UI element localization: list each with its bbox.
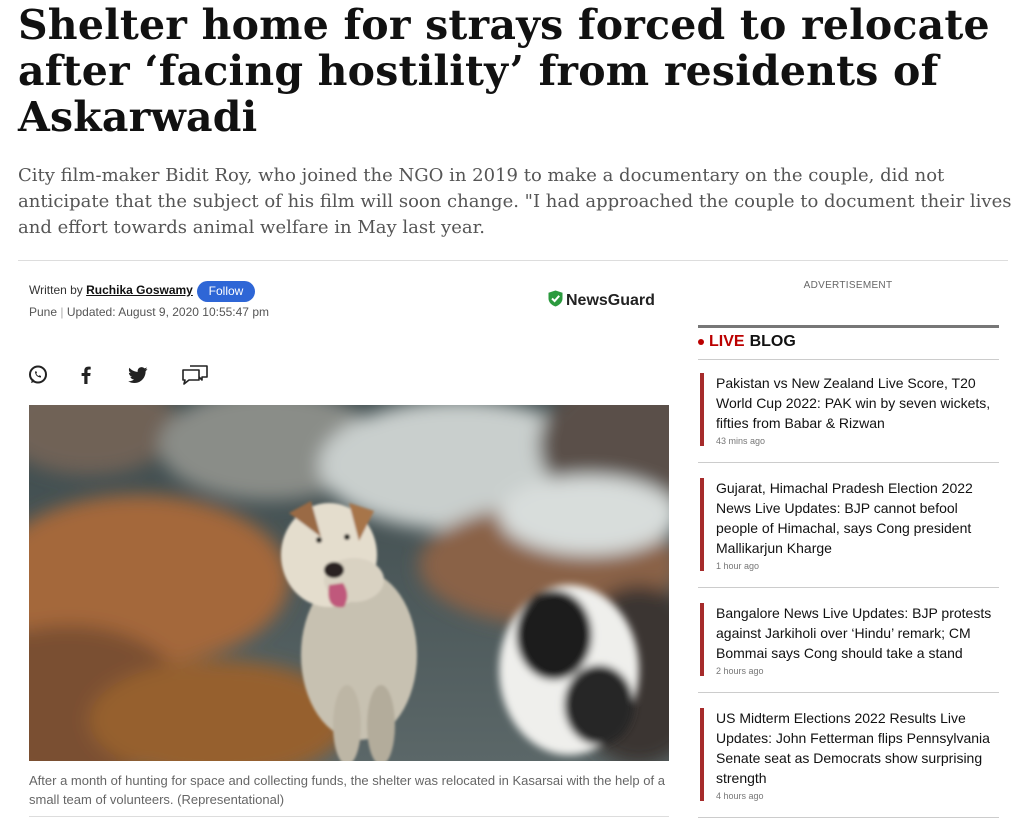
shield-check-icon <box>548 290 563 312</box>
divider <box>698 692 999 693</box>
live-blog-item-title[interactable]: Gujarat, Himachal Pradesh Election 2022 … <box>716 478 996 558</box>
newsguard-label: NewsGuard <box>566 292 655 309</box>
live-label: LIVE <box>709 333 745 350</box>
live-blog-item-time: 2 hours ago <box>716 666 764 676</box>
divider <box>698 817 999 818</box>
byline-prefix: Written by <box>29 283 87 297</box>
divider <box>698 359 999 360</box>
divider <box>18 260 1008 261</box>
live-blog-item[interactable]: Bangalore News Live Updates: BJP protest… <box>700 603 996 676</box>
twitter-share[interactable] <box>127 366 149 388</box>
dateline-separator: | <box>57 305 67 319</box>
twitter-icon <box>128 366 148 388</box>
byline: Written by Ruchika Goswamy <box>29 283 193 297</box>
comments-button[interactable] <box>181 364 209 391</box>
comments-icon <box>181 364 209 391</box>
live-dot-icon <box>698 339 704 345</box>
location: Pune <box>29 305 58 319</box>
newsguard-badge[interactable]: NewsGuard <box>548 290 655 312</box>
live-blog-item-time: 4 hours ago <box>716 791 764 801</box>
updated-time: Updated: August 9, 2020 10:55:47 pm <box>66 305 269 319</box>
whatsapp-icon <box>28 365 48 390</box>
live-blog-item-title[interactable]: US Midterm Elections 2022 Results Live U… <box>716 708 996 788</box>
author-link[interactable]: Ruchika Goswamy <box>86 283 193 297</box>
facebook-icon <box>80 366 92 389</box>
live-blog-item-title[interactable]: Bangalore News Live Updates: BJP protest… <box>716 603 996 663</box>
article-synopsis: City film-maker Bidit Roy, who joined th… <box>18 165 1012 238</box>
live-blog-item-time: 1 hour ago <box>716 561 760 571</box>
divider <box>698 587 999 588</box>
live-blog-item-title[interactable]: Pakistan vs New Zealand Live Score, T20 … <box>716 373 996 433</box>
caption-divider <box>29 816 669 817</box>
dateline: Pune | Updated: August 9, 2020 10:55:47 … <box>29 305 269 319</box>
blog-label: BLOG <box>749 333 796 350</box>
live-blog-item-time: 43 mins ago <box>716 436 766 446</box>
whatsapp-share[interactable] <box>27 365 49 390</box>
article-headline: Shelter home for strays forced to reloca… <box>18 1 990 141</box>
live-blog-item[interactable]: Pakistan vs New Zealand Live Score, T20 … <box>700 373 996 446</box>
follow-button[interactable]: Follow <box>197 281 255 302</box>
image-caption: After a month of hunting for space and c… <box>29 773 665 807</box>
live-blog-item[interactable]: US Midterm Elections 2022 Results Live U… <box>700 708 996 801</box>
divider <box>698 462 999 463</box>
facebook-share[interactable] <box>75 366 97 388</box>
article-image <box>29 405 669 761</box>
advertisement-label: ADVERTISEMENT <box>803 280 893 291</box>
live-blog-top-bar <box>698 325 999 328</box>
live-blog-heading[interactable]: LIVE BLOG <box>698 333 796 351</box>
live-blog-item[interactable]: Gujarat, Himachal Pradesh Election 2022 … <box>700 478 996 571</box>
